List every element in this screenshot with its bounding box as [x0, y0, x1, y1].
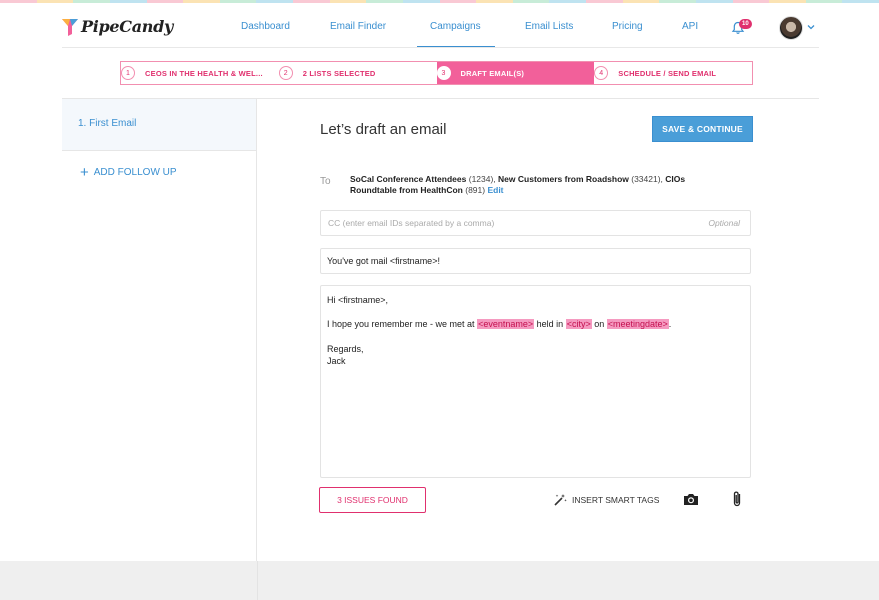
step-4[interactable]: 4 SCHEDULE / SEND EMAIL: [594, 62, 752, 84]
nav-api[interactable]: API: [682, 21, 698, 32]
recipients: SoCal Conference Attendees (1234), New C…: [350, 174, 730, 196]
cc-optional-hint: Optional: [708, 218, 740, 228]
recipient-count: (1234),: [468, 174, 496, 184]
step-number: 2: [278, 66, 293, 80]
logo-funnel-icon: [62, 18, 78, 36]
campaign-stepper: 1 CEOS IN THE HEALTH & WEL... 2 2 LISTS …: [120, 61, 753, 85]
body-text: I hope you remember me - we met at: [327, 319, 475, 329]
nav-dashboard[interactable]: Dashboard: [241, 21, 290, 32]
save-continue-button[interactable]: SAVE & CONTINUE: [652, 116, 753, 142]
insert-smart-tags-label: INSERT SMART TAGS: [572, 495, 660, 505]
recipient-name: SoCal Conference Attendees: [350, 174, 467, 184]
smart-tag[interactable]: <city>: [565, 319, 592, 329]
email-body-editor[interactable]: Hi <firstname>, I hope you remember me -…: [320, 285, 751, 478]
smart-tag[interactable]: <meetingdate>: [606, 319, 669, 329]
step-2[interactable]: 2 2 LISTS SELECTED: [278, 62, 437, 84]
step-label: CEOS IN THE HEALTH & WEL...: [145, 68, 263, 78]
subject-value: You've got mail <firstname>!: [327, 256, 440, 266]
body-regards: Regards,: [327, 344, 364, 354]
recipient-count: (891): [465, 185, 486, 195]
step-number: 4: [594, 66, 609, 80]
chevron-down-icon[interactable]: [807, 23, 815, 31]
issues-found-button[interactable]: 3 ISSUES FOUND: [319, 487, 426, 513]
add-follow-up-label: ADD FOLLOW UP: [93, 167, 177, 178]
recipient-name: New Customers from Roadshow: [498, 174, 629, 184]
recipient-count: (33421),: [631, 174, 663, 184]
body-text: held in: [536, 319, 564, 329]
insert-smart-tags-button[interactable]: INSERT SMART TAGS: [553, 493, 659, 507]
magic-wand-icon: [554, 494, 567, 506]
camera-icon[interactable]: [683, 492, 699, 506]
smart-tag[interactable]: <eventname>: [477, 319, 535, 329]
paperclip-icon[interactable]: [731, 490, 743, 508]
cc-field[interactable]: CC (enter email IDs separated by a comma…: [320, 210, 751, 236]
nav-pricing[interactable]: Pricing: [612, 21, 643, 32]
step-number: 1: [121, 66, 135, 80]
sidebar-item-first-email[interactable]: 1. First Email: [62, 99, 256, 151]
body-line: I hope you remember me - we met at <even…: [327, 319, 671, 329]
notification-badge: 10: [739, 19, 752, 29]
step-label: SCHEDULE / SEND EMAIL: [618, 68, 717, 78]
step-label: DRAFT EMAIL(S): [460, 68, 525, 78]
sidebar-item-label: 1. First Email: [78, 118, 137, 129]
nav-campaigns[interactable]: Campaigns: [430, 21, 481, 32]
nav-email-finder[interactable]: Email Finder: [330, 21, 386, 32]
avatar[interactable]: [779, 16, 803, 40]
body-signature: Jack: [327, 356, 346, 366]
body-text: on: [594, 319, 605, 329]
cc-placeholder: CC (enter email IDs separated by a comma…: [328, 218, 495, 228]
nav-email-lists[interactable]: Email Lists: [525, 21, 573, 32]
body-text: .: [668, 319, 672, 329]
add-follow-up-button[interactable]: + ADD FOLLOW UP: [80, 163, 177, 181]
subject-field[interactable]: You've got mail <firstname>!: [320, 248, 751, 274]
step-label: 2 LISTS SELECTED: [302, 68, 376, 78]
to-label: To: [320, 176, 331, 187]
footer: [0, 561, 879, 600]
step-1[interactable]: 1 CEOS IN THE HEALTH & WEL...: [121, 62, 279, 84]
logo-text: PipeCandy: [81, 17, 173, 36]
step-number: 3: [436, 66, 451, 80]
nav-divider: [62, 47, 819, 48]
sidebar: 1. First Email + ADD FOLLOW UP: [62, 99, 257, 600]
page-title: Let’s draft an email: [320, 121, 447, 138]
footer-divider: [257, 561, 258, 600]
step-3[interactable]: 3 DRAFT EMAIL(S): [436, 62, 595, 84]
logo[interactable]: PipeCandy: [62, 17, 173, 36]
plus-icon: +: [80, 163, 89, 181]
top-nav: PipeCandy Dashboard Email Finder Campaig…: [0, 3, 879, 49]
body-greeting: Hi <firstname>,: [327, 295, 389, 305]
edit-recipients-link[interactable]: Edit: [487, 185, 503, 195]
